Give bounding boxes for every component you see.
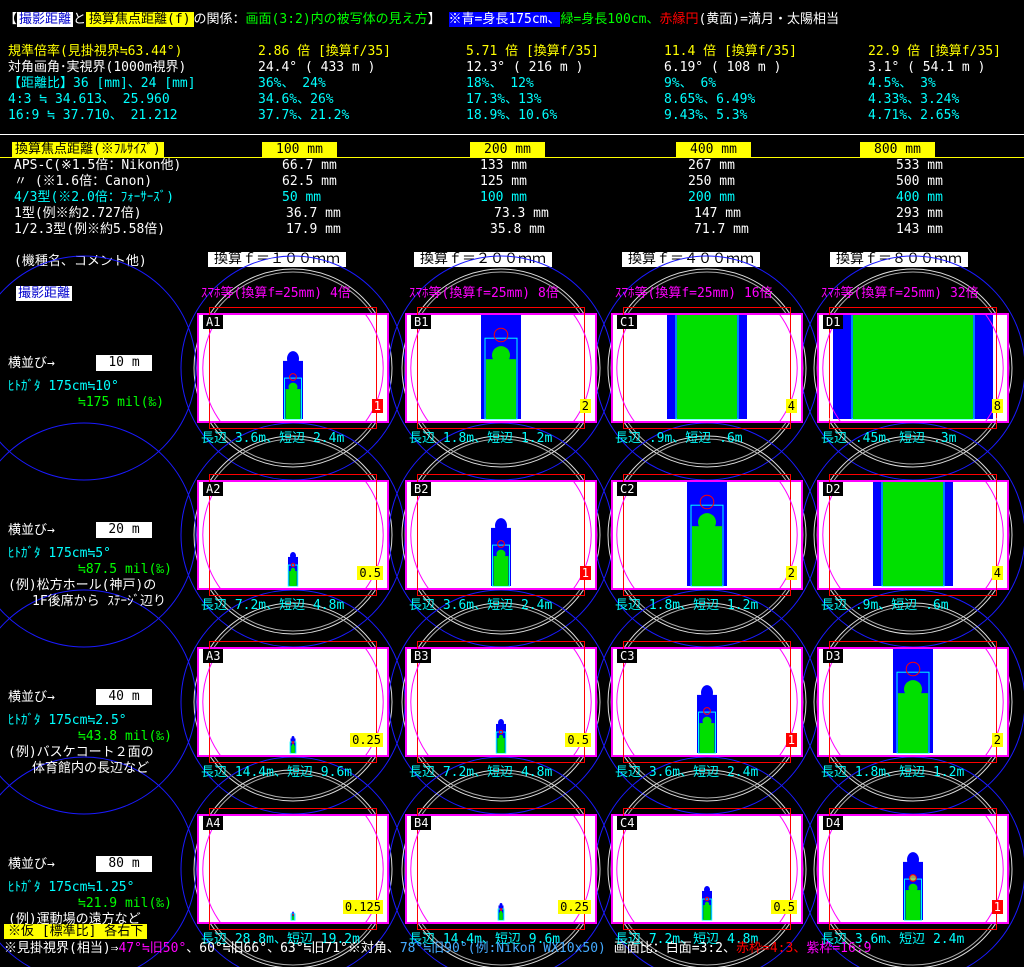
subject-figures [822, 814, 1004, 924]
magnification-factor: 0.125 [342, 900, 383, 914]
magnification-factor: 1 [371, 399, 383, 413]
smartphone-label: ｽﾏﾎ等(換算f=25mm) 4倍 [201, 286, 351, 301]
cell-id: A1 [203, 315, 224, 329]
magnification-factor: 2 [785, 566, 797, 580]
magnification-factor: 0.5 [771, 900, 797, 914]
magnification-factor: 1 [991, 900, 1003, 914]
field-size: 長辺 .9m、短辺 .6m [821, 598, 949, 613]
cell-id: D3 [823, 649, 844, 663]
person-mil: ≒87.5 mil(‰) [78, 562, 172, 577]
smartphone-label: ｽﾏﾎ等(換算f=25mm) 8倍 [409, 286, 559, 301]
subject-figures [616, 647, 798, 757]
field-size: 長辺 3.6m、短辺 2.4m [201, 431, 345, 446]
person-mil: ≒43.8 mil(‰) [78, 729, 172, 744]
field-size: 長辺 3.6m、短辺 2.4m [409, 598, 553, 613]
cell-id: B1 [411, 315, 432, 329]
person-angle: ﾋﾄｶﾞﾀ 175cm≒1.25° [8, 880, 135, 895]
example-1: (例)バスケコート２面の [8, 745, 154, 760]
magnification-factor: 1 [785, 733, 797, 747]
cell-id: A3 [203, 649, 224, 663]
cell-id: C1 [617, 315, 638, 329]
magnification-factor: 4 [991, 566, 1003, 580]
person-mil: ≒175 mil(‰) [78, 395, 165, 410]
footer-l4: 78°≒旧90°(例:Nikon WX10x50) [399, 941, 606, 956]
field-size: 長辺 1.8m、短辺 1.2m [821, 765, 965, 780]
footer-l6: 赤枠=4:3、 [736, 941, 807, 956]
distance-value: 10 m [96, 355, 152, 371]
person-angle: ﾋﾄｶﾞﾀ 175cm≒2.5° [8, 713, 127, 728]
cell-id: B2 [411, 482, 432, 496]
cell-id: D4 [823, 816, 844, 830]
row-side-label: 横並び→ [8, 857, 55, 872]
distance-value: 80 m [96, 856, 152, 872]
footer-tag: ※仮 [標準比] 各右下 [4, 924, 148, 939]
field-size: 長辺 1.8m、短辺 1.2m [409, 431, 553, 446]
cell-id: B3 [411, 649, 432, 663]
field-size: 長辺 .9m、短辺 .6m [615, 431, 743, 446]
field-size: 長辺 3.6m、短辺 2.4m [615, 765, 759, 780]
person-angle: ﾋﾄｶﾞﾀ 175cm≒5° [8, 546, 111, 561]
magnification-factor: 2 [579, 399, 591, 413]
magnification-factor: 1 [579, 566, 591, 580]
subject-figures [822, 480, 1004, 590]
distance-value: 40 m [96, 689, 152, 705]
magnification-factor: 0.25 [350, 733, 383, 747]
smartphone-label: ｽﾏﾎ等(換算f=25mm) 32倍 [821, 286, 979, 301]
subject-figures [822, 647, 1004, 757]
cell-id: D2 [823, 482, 844, 496]
field-size: 長辺 7.2m、短辺 4.8m [409, 765, 553, 780]
cell-id: C4 [617, 816, 638, 830]
subject-figures [202, 313, 384, 423]
example-2: 1F後席から ｽﾃｰｼﾞ辺り [32, 594, 166, 609]
magnification-factor: 0.5 [357, 566, 383, 580]
footer-line: ※見掛視界(相当)⇒47°≒旧50°、60°≒旧66°、63°≒旧71°※対角、… [4, 941, 871, 956]
field-size: 長辺 .45m、短辺 .3m [821, 431, 957, 446]
cell-id: C2 [617, 482, 638, 496]
cell-id: B4 [411, 816, 432, 830]
magnification-factor: 0.5 [565, 733, 591, 747]
footer-l1: ※見掛視界(相当)⇒ [4, 941, 119, 956]
footer-l3: 、60°≒旧66°、63°≒旧71°※対角、 [186, 941, 400, 956]
magnification-factor: 8 [991, 399, 1003, 413]
example-1: (例)松方ホール(神戸)の [8, 578, 157, 593]
cell-id: C3 [617, 649, 638, 663]
person-mil: ≒21.9 mil(‰) [78, 896, 172, 911]
distance-value: 20 m [96, 522, 152, 538]
magnification-factor: 2 [991, 733, 1003, 747]
person-angle: ﾋﾄｶﾞﾀ 175cm≒10° [8, 379, 119, 394]
subject-figures [410, 313, 592, 423]
field-size: 長辺 7.2m、短辺 4.8m [201, 598, 345, 613]
smartphone-label: ｽﾏﾎ等(換算f=25mm) 16倍 [615, 286, 773, 301]
cell-id: A4 [203, 816, 224, 830]
row-side-label: 横並び→ [8, 690, 55, 705]
row-side-label: 横並び→ [8, 523, 55, 538]
magnification-factor: 0.25 [558, 900, 591, 914]
footer-l5: 画面比：白面=3:2、 [613, 941, 737, 956]
subject-figures [616, 480, 798, 590]
field-size: 長辺 14.4m、短辺 9.6m [201, 765, 353, 780]
subject-figures [410, 480, 592, 590]
footer-l7: 紫枠=16:9 [806, 941, 872, 956]
row-side-label: 横並び→ [8, 356, 55, 371]
subject-figures [819, 313, 1007, 423]
footer-l2: 47°≒旧50° [118, 941, 187, 956]
magnification-factor: 4 [785, 399, 797, 413]
cell-id: D1 [823, 315, 844, 329]
cell-id: A2 [203, 482, 224, 496]
subject-figures [616, 313, 798, 423]
example-2: 体育館内の長辺など [32, 761, 150, 776]
field-size: 長辺 1.8m、短辺 1.2m [615, 598, 759, 613]
